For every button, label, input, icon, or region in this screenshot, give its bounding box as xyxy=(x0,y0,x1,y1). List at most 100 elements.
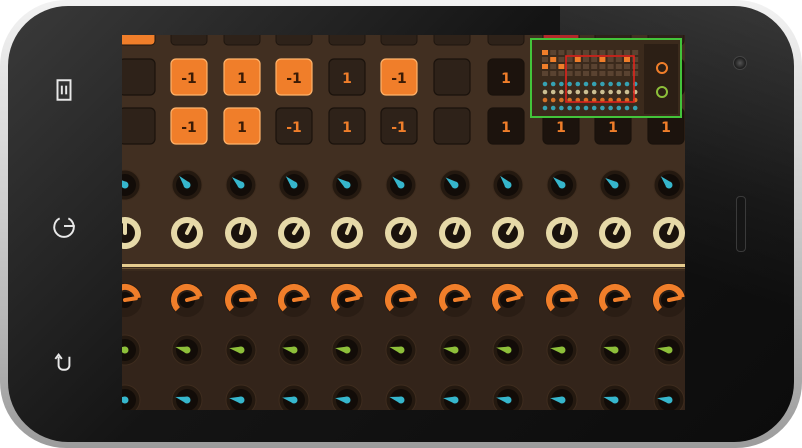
row2-pad[interactable] xyxy=(122,107,156,145)
row1-pad[interactable]: 1 xyxy=(223,58,261,96)
teal-knob-row-2-knob[interactable] xyxy=(546,384,578,410)
orange-knob-row-knob[interactable] xyxy=(170,283,204,317)
cream-knob-row-knob[interactable] xyxy=(653,217,685,249)
minimap-knob xyxy=(600,105,605,111)
orange-knob-row-knob[interactable] xyxy=(438,283,472,317)
row2-pad[interactable] xyxy=(433,107,471,145)
step-pad-top[interactable] xyxy=(433,35,471,46)
teal-knob-row-2-knob[interactable] xyxy=(278,384,310,410)
orange-knob-row-knob[interactable] xyxy=(652,283,685,317)
teal-knob-row-1-knob[interactable] xyxy=(599,169,631,201)
row1-pad[interactable]: -1 xyxy=(275,58,313,96)
minimap-pad xyxy=(599,50,606,55)
step-pad-top[interactable] xyxy=(122,35,156,46)
home-button[interactable] xyxy=(46,208,82,244)
minimap-knob xyxy=(583,105,589,111)
teal-knob-row-1-knob[interactable] xyxy=(225,169,257,201)
minimap-pad xyxy=(566,71,573,76)
cream-knob-row-knob[interactable] xyxy=(439,217,471,249)
teal-knob-row-1-knob[interactable] xyxy=(171,169,203,201)
minimap-pad xyxy=(599,64,606,69)
row2-pad[interactable]: 1 xyxy=(487,107,525,145)
cream-knob-row-knob[interactable] xyxy=(278,217,310,249)
minimap-knob xyxy=(624,89,630,95)
menu-button[interactable] xyxy=(46,72,82,108)
minimap-knob xyxy=(559,97,564,103)
orange-knob-row-knob[interactable] xyxy=(545,283,579,317)
teal-knob-row-1-knob[interactable] xyxy=(653,169,685,201)
green-knob-row-knob[interactable] xyxy=(171,334,203,366)
minimap-knob xyxy=(559,81,564,87)
row1-pad[interactable]: 1 xyxy=(487,58,525,96)
orange-knob-row-knob[interactable] xyxy=(598,283,632,317)
side-button[interactable] xyxy=(736,196,746,252)
row1-pad[interactable]: -1 xyxy=(170,58,208,96)
minimap-knob xyxy=(567,105,572,111)
teal-knob-row-1-knob[interactable] xyxy=(385,169,417,201)
orange-knob-row-knob[interactable] xyxy=(330,283,364,317)
row1-pad[interactable] xyxy=(122,58,156,96)
green-knob-row-knob[interactable] xyxy=(278,334,310,366)
orange-knob-row-knob[interactable] xyxy=(224,283,258,317)
row1-pad[interactable]: -1 xyxy=(380,58,418,96)
row2-pad[interactable]: 1 xyxy=(223,107,261,145)
step-pad-top[interactable] xyxy=(487,35,525,46)
minimap-knob xyxy=(624,81,630,87)
row1-pad[interactable] xyxy=(433,58,471,96)
cream-knob-row-knob[interactable] xyxy=(385,217,417,249)
teal-knob-row-2-knob[interactable] xyxy=(331,384,363,410)
green-knob-row-knob[interactable] xyxy=(653,334,685,366)
green-knob-row-knob[interactable] xyxy=(492,334,524,366)
home-icon xyxy=(53,217,75,238)
minimap-pad xyxy=(607,64,614,69)
row2-pad[interactable]: -1 xyxy=(275,107,313,145)
teal-knob-row-2-knob[interactable] xyxy=(653,384,685,410)
orange-knob-row-knob[interactable] xyxy=(277,283,311,317)
teal-knob-row-2-knob[interactable] xyxy=(171,384,203,410)
pad-value: 1 xyxy=(342,71,352,87)
row2-pad[interactable]: -1 xyxy=(170,107,208,145)
teal-knob-row-2-knob[interactable] xyxy=(492,384,524,410)
teal-knob-row-2-knob[interactable] xyxy=(439,384,471,410)
minimap-knob xyxy=(583,89,589,95)
row2-pad[interactable]: -1 xyxy=(380,107,418,145)
minimap-knob xyxy=(550,105,556,111)
cream-knob-row-knob[interactable] xyxy=(492,217,524,249)
step-pad-top[interactable] xyxy=(223,35,261,46)
back-button[interactable] xyxy=(46,342,82,378)
green-knob-row-knob[interactable] xyxy=(439,334,471,366)
step-pad-top[interactable] xyxy=(380,35,418,46)
green-knob-row-knob[interactable] xyxy=(546,334,578,366)
minimap-knob xyxy=(575,81,581,87)
green-knob-row-knob[interactable] xyxy=(599,334,631,366)
step-pad-top[interactable] xyxy=(170,35,208,46)
minimap-pad xyxy=(583,50,589,55)
orange-knob-row-knob[interactable] xyxy=(384,283,418,317)
cream-knob-row-knob[interactable] xyxy=(546,217,578,249)
orange-knob-row-knob[interactable] xyxy=(491,283,525,317)
cream-knob-row-knob[interactable] xyxy=(225,217,257,249)
step-pad-top[interactable] xyxy=(275,35,313,46)
teal-knob-row-2-knob[interactable] xyxy=(599,384,631,410)
teal-knob-row-1-knob[interactable] xyxy=(492,169,524,201)
teal-knob-row-2-knob[interactable] xyxy=(225,384,257,410)
row2-pad[interactable]: 1 xyxy=(328,107,366,145)
row1-pad[interactable]: 1 xyxy=(328,58,366,96)
step-pad-top[interactable] xyxy=(328,35,366,46)
teal-knob-row-1-knob[interactable] xyxy=(331,169,363,201)
teal-knob-row-2-knob[interactable] xyxy=(385,384,417,410)
minimap-pad xyxy=(583,64,589,69)
teal-knob-row-1-knob[interactable] xyxy=(546,169,578,201)
cream-knob-row-knob[interactable] xyxy=(171,217,203,249)
minimap-overview[interactable] xyxy=(530,38,682,118)
green-knob-row-knob[interactable] xyxy=(225,334,257,366)
teal-knob-row-1-knob[interactable] xyxy=(439,169,471,201)
green-knob-row-knob[interactable] xyxy=(385,334,417,366)
cream-knob-row-knob[interactable] xyxy=(599,217,631,249)
minimap-pad xyxy=(558,64,565,69)
cream-knob-row-knob[interactable] xyxy=(331,217,363,249)
pad-value: 1 xyxy=(237,71,247,87)
section-divider xyxy=(122,264,685,267)
green-knob-row-knob[interactable] xyxy=(331,334,363,366)
teal-knob-row-1-knob[interactable] xyxy=(278,169,310,201)
